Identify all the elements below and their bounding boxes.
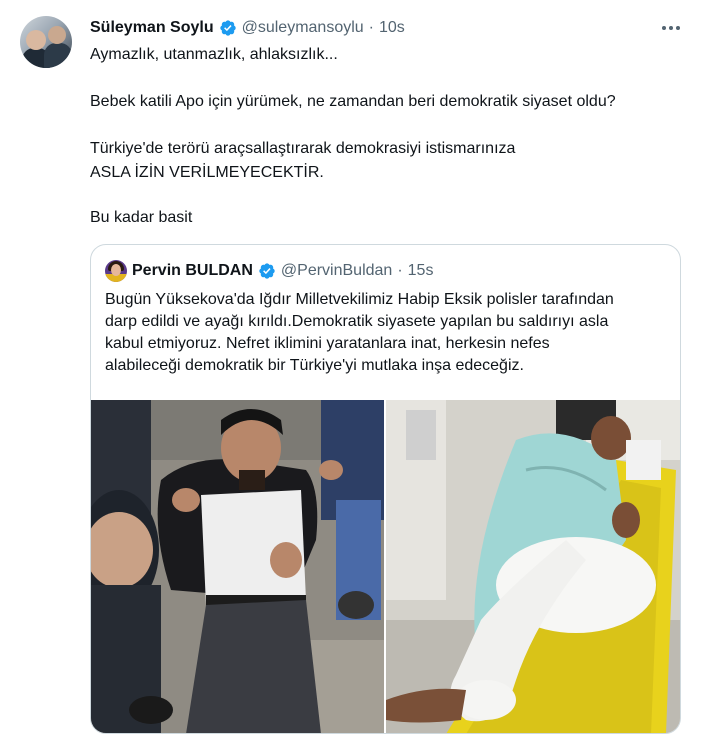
quoted-tweet[interactable]: Pervin BULDAN @PervinBuldan · 15s Bugün … [90, 244, 681, 734]
media-photo-right[interactable] [386, 400, 680, 733]
more-options-icon[interactable] [659, 20, 683, 36]
separator-dot: · [368, 19, 374, 36]
verified-badge-icon [219, 20, 236, 36]
tweet-line: ASLA İZİN VERİLMEYECEKTİR. [90, 164, 324, 181]
tweet-line: Türkiye'de terörü araçsallaştırarak demo… [90, 140, 516, 157]
media-photo-left[interactable] [91, 400, 384, 733]
tweet-card[interactable]: Süleyman Soylu @suleymansoylu · 10s Ayma… [0, 0, 703, 739]
quoted-line: darp edildi ve ayağı kırıldı.Demokratik … [105, 313, 609, 330]
quoted-line: Bugün Yüksekova'da Iğdır Milletvekilimiz… [105, 291, 614, 308]
quoted-line: alabileceği demokratik bir Türkiye'yi mu… [105, 357, 524, 374]
quoted-author-name[interactable]: Pervin BULDAN [132, 262, 253, 280]
separator-dot: · [397, 262, 403, 279]
quoted-line: kabul etmiyoruz. Nefret iklimini yaratan… [105, 335, 550, 352]
quoted-tweet-header: Pervin BULDAN @PervinBuldan · 15s [105, 259, 433, 283]
author-avatar[interactable] [20, 16, 72, 68]
author-name[interactable]: Süleyman Soylu [90, 19, 214, 37]
quoted-author-avatar[interactable] [105, 260, 127, 282]
media-grid [91, 400, 680, 733]
tweet-line: Bebek katili Apo için yürümek, ne zamand… [90, 93, 616, 110]
tweet-line: Bu kadar basit [90, 209, 193, 226]
verified-badge-icon [259, 263, 275, 279]
tweet-line: Aymazlık, utanmazlık, ahlaksızlık... [90, 46, 338, 63]
tweet-header: Süleyman Soylu @suleymansoylu · 10s [90, 16, 405, 40]
tweet-time[interactable]: 10s [379, 19, 405, 37]
quoted-tweet-body: Bugün Yüksekova'da Iğdır Milletvekilimiz… [105, 289, 670, 377]
quoted-tweet-time[interactable]: 15s [408, 262, 434, 280]
quoted-author-handle[interactable]: @PervinBuldan [281, 262, 392, 280]
author-handle[interactable]: @suleymansoylu [242, 19, 364, 37]
